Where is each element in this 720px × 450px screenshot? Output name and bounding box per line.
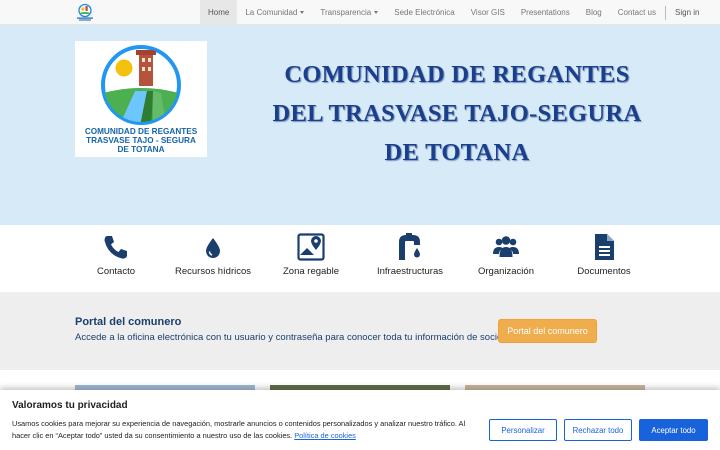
portal-title: Portal del comunero: [75, 316, 182, 328]
nav-visor-gis[interactable]: Visor GIS: [463, 0, 513, 25]
quick-link-label: Zona regable: [283, 266, 339, 277]
nav-blog-label: Blog: [585, 8, 602, 17]
map-marker-icon: [297, 233, 325, 261]
hero-banner: COMUNIDAD DE REGANTES TRASVASE TAJO - SE…: [0, 25, 720, 225]
nav-sede-electronica[interactable]: Sede Electrónica: [386, 0, 462, 25]
site-logo-icon[interactable]: [76, 3, 94, 22]
page-title-line: DEL TRASVASE TAJO-SEGURA: [272, 100, 642, 127]
quick-link-label: Infraestructuras: [377, 266, 443, 277]
nav-divider: [665, 5, 666, 20]
nav-la-comunidad-label: La Comunidad: [245, 8, 298, 17]
accept-all-button[interactable]: Aceptar todo: [639, 419, 708, 441]
quick-link-label: Documentos: [577, 266, 631, 277]
logo-text-line: TRASVASE TAJO - SEGURA: [86, 136, 196, 145]
quick-link-label: Organización: [478, 266, 534, 277]
nav-visor-gis-label: Visor GIS: [470, 8, 505, 17]
sign-in-link[interactable]: Sign in: [667, 0, 707, 25]
cookie-text: Usamos cookies para mejorar su experienc…: [12, 418, 482, 442]
caret-down-icon: [374, 11, 379, 14]
page-title-line: DE TOTANA: [384, 139, 530, 166]
nav-transparencia[interactable]: Transparencia: [312, 0, 386, 25]
nav-home[interactable]: Home: [200, 0, 238, 25]
cookie-description: Usamos cookies para mejorar su experienc…: [12, 419, 466, 440]
logo-emblem-icon: [101, 45, 181, 125]
logo-text-line: COMUNIDAD DE REGANTES: [84, 127, 198, 136]
portal-comunero-button[interactable]: Portal del comunero: [498, 319, 597, 343]
nav-sede-electronica-label: Sede Electrónica: [394, 8, 455, 17]
sign-in-label: Sign in: [675, 8, 700, 17]
nav-la-comunidad[interactable]: La Comunidad: [237, 0, 312, 25]
phone-icon: [104, 236, 127, 259]
quick-link-label: Contacto: [96, 266, 136, 277]
cookie-title: Valoramos tu privacidad: [12, 400, 128, 411]
nav-contact-us-label: Contact us: [617, 8, 656, 17]
community-logo: COMUNIDAD DE REGANTES TRASVASE TAJO - SE…: [75, 41, 207, 157]
page-title-line: COMUNIDAD DE REGANTES: [284, 61, 630, 88]
faucet-icon: [399, 233, 420, 260]
nav-presentations[interactable]: Presentations: [513, 0, 578, 25]
page-title: COMUNIDAD DE REGANTES DEL TRASVASE TAJO-…: [262, 55, 652, 172]
cookie-consent-banner: Valoramos tu privacidad Usamos cookies p…: [0, 390, 720, 450]
nav-presentations-label: Presentations: [520, 8, 570, 17]
nav-transparencia-label: Transparencia: [320, 8, 372, 17]
top-navbar: Home La Comunidad Transparencia Sede Ele…: [0, 0, 720, 25]
logo-text-line: DE TOTANA: [117, 145, 165, 154]
portal-section: Portal del comunero Accede a la oficina …: [0, 292, 720, 370]
portal-description: Accede a la oficina electrónica con tu u…: [75, 332, 503, 343]
cookie-policy-link[interactable]: Política de cookies: [294, 431, 356, 440]
water-drop-icon: [206, 238, 220, 258]
nav-blog[interactable]: Blog: [578, 0, 610, 25]
customize-button[interactable]: Personalizar: [489, 419, 557, 441]
nav-home-label: Home: [208, 8, 230, 17]
caret-down-icon: [300, 11, 305, 14]
reject-all-button[interactable]: Rechazar todo: [564, 419, 632, 441]
quick-links-bar: Contacto Recursos hídricos Zona regable …: [0, 225, 720, 292]
quick-link-label: Recursos hídricos: [174, 266, 252, 277]
document-icon: [595, 234, 614, 260]
nav-contact-us[interactable]: Contact us: [610, 0, 664, 25]
users-icon: [493, 236, 519, 257]
